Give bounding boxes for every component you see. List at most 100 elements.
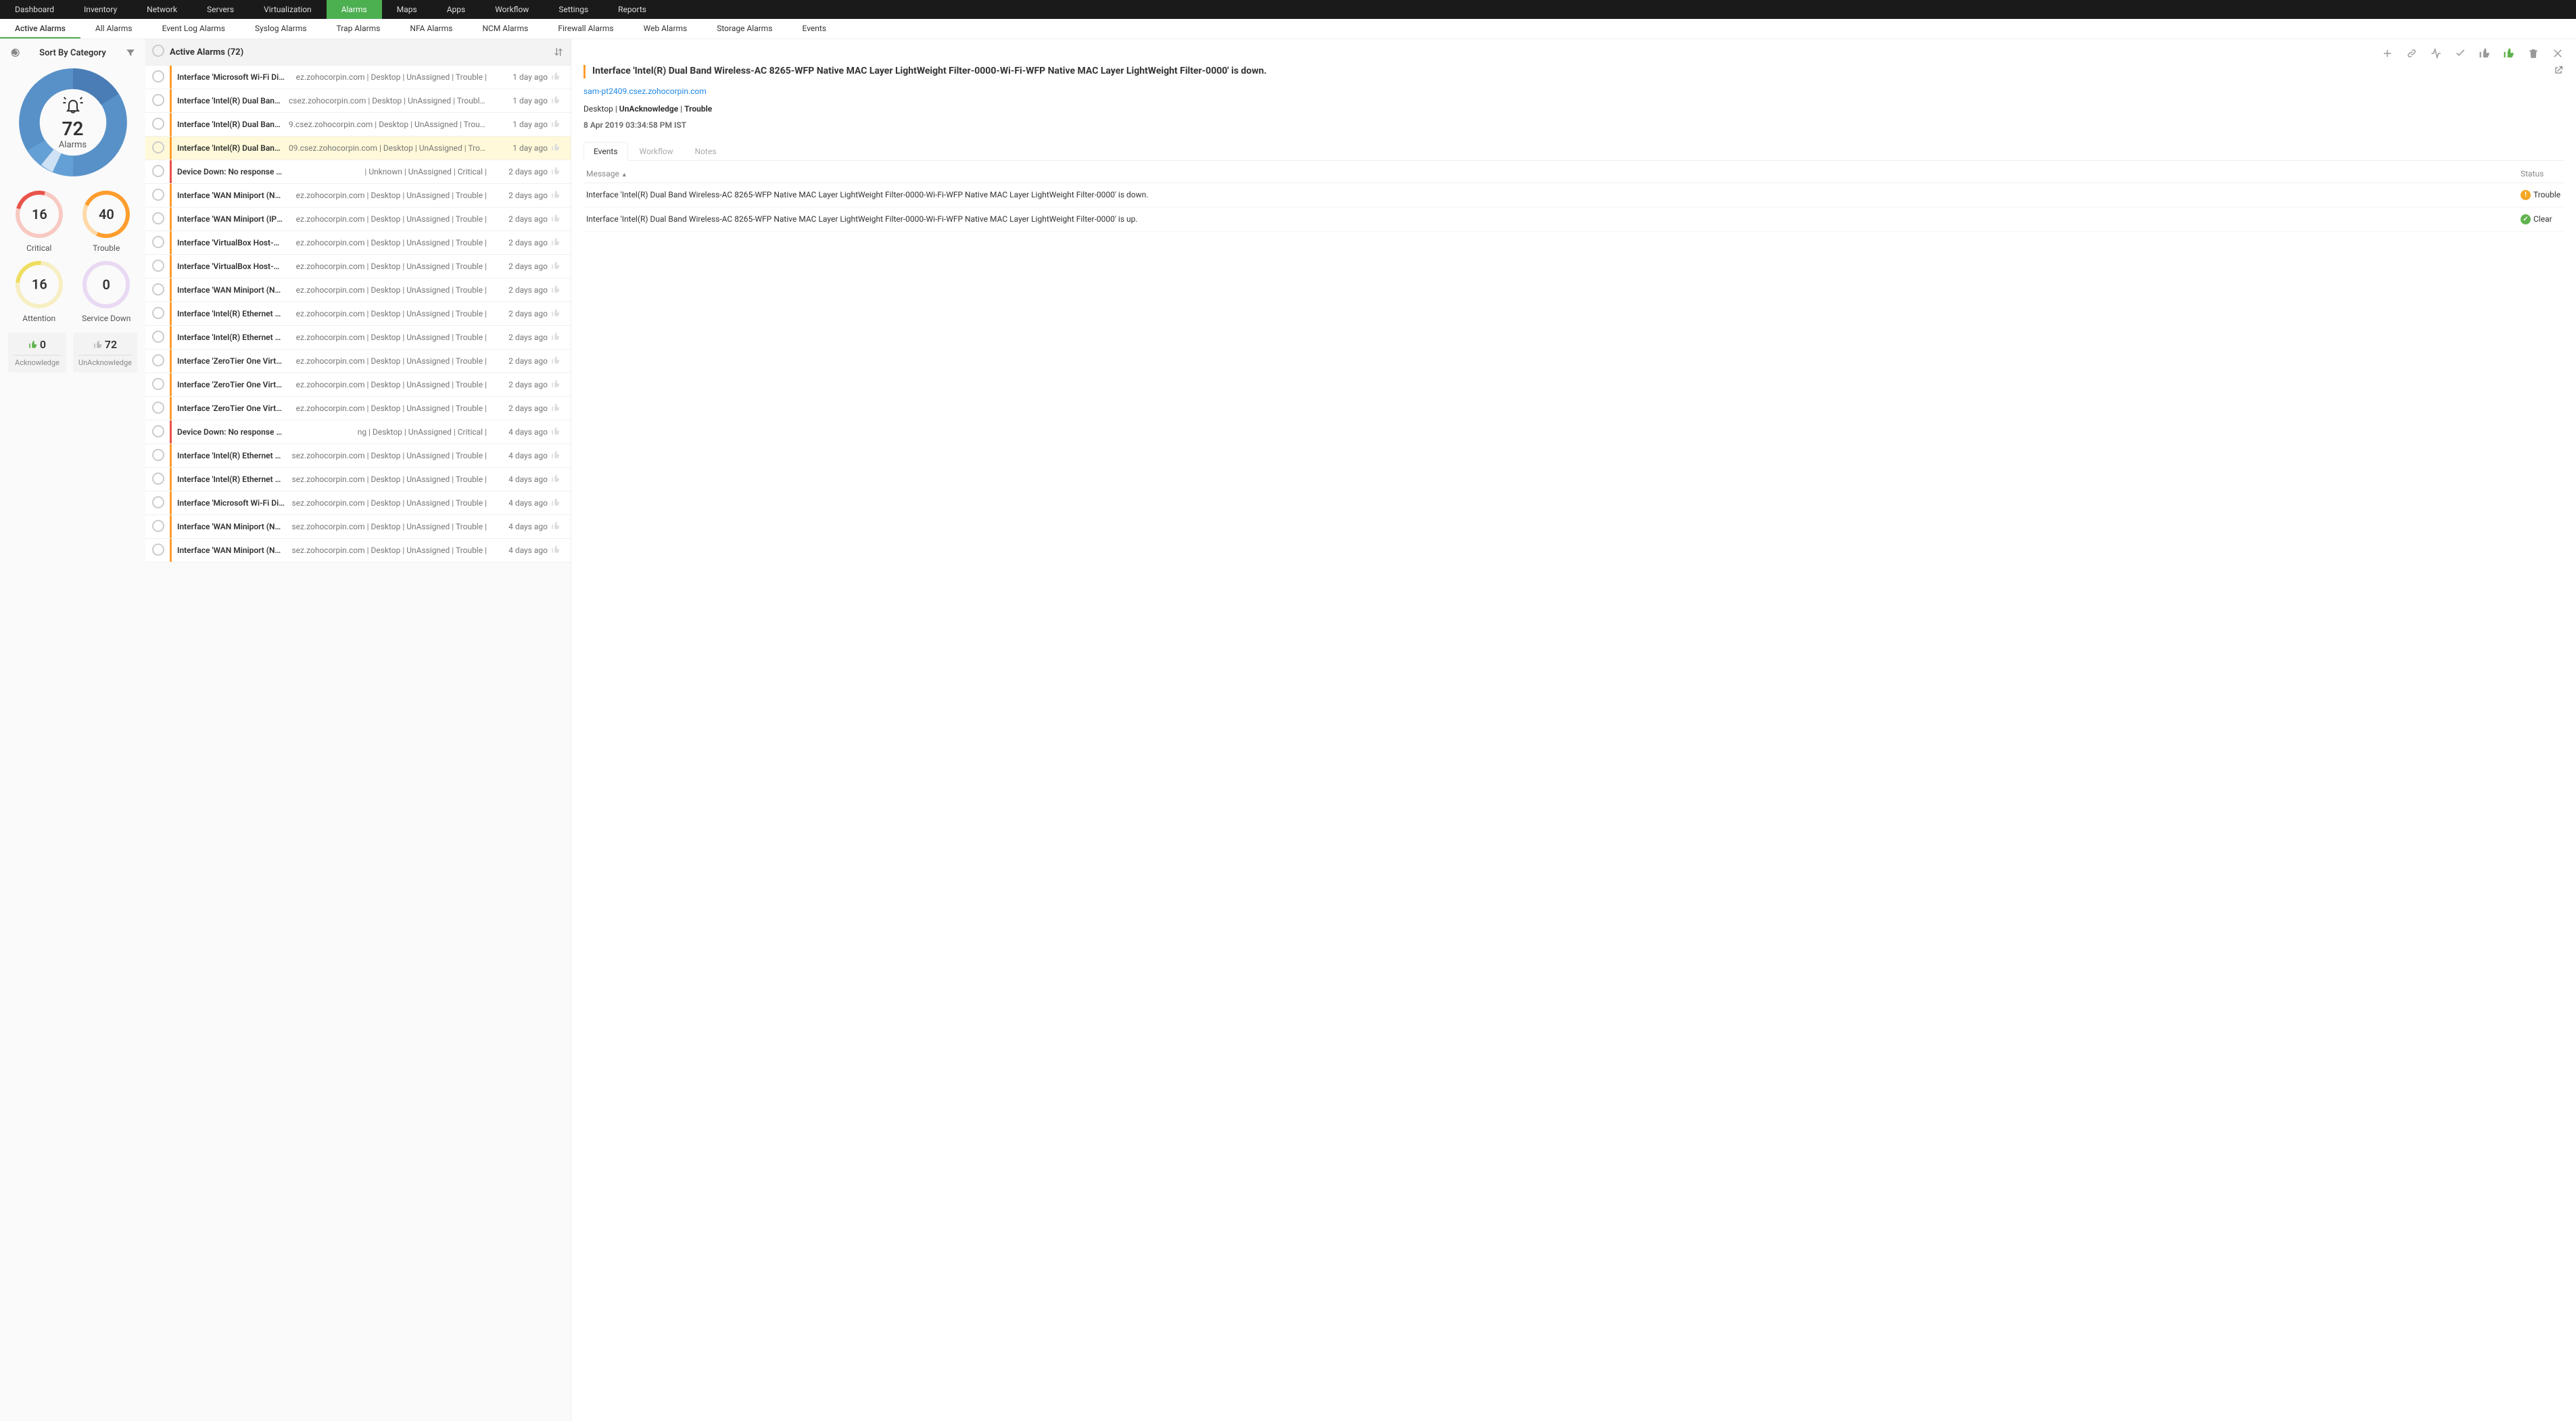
thumbs-up-icon[interactable] [551,308,560,318]
topnav-reports[interactable]: Reports [603,0,661,19]
subnav-item[interactable]: Events [788,19,842,39]
col-message[interactable]: Message ▲ [586,169,2521,178]
alarm-row[interactable]: Interface 'Intel(R) Ethernet Co...sez.zo… [145,468,571,491]
topnav-workflow[interactable]: Workflow [480,0,544,19]
alarm-row[interactable]: Interface 'Intel(R) Ethernet Co...ez.zoh… [145,326,571,350]
alarm-row[interactable]: Interface 'WAN Miniport (Net...sez.zohoc… [145,539,571,562]
row-checkbox[interactable] [152,189,164,201]
add-icon[interactable] [2381,47,2393,59]
history-icon[interactable] [9,47,20,58]
alarm-row[interactable]: Interface 'Intel(R) Dual Band ...09.csez… [145,137,571,160]
alarm-row[interactable]: Interface 'WAN Miniport (Net...sez.zohoc… [145,515,571,539]
subnav-item[interactable]: Trap Alarms [322,19,396,39]
alarms-donut-chart[interactable]: 72 Alarms [16,65,130,180]
alarm-row[interactable]: Interface 'Intel(R) Ethernet Co...sez.zo… [145,444,571,468]
thumbs-up-green-icon[interactable] [2503,47,2515,59]
row-checkbox[interactable] [152,402,164,414]
topnav-apps[interactable]: Apps [432,0,481,19]
alarm-row[interactable]: Interface 'Intel(R) Dual Band ...9.csez.… [145,113,571,137]
subnav-item[interactable]: Firewall Alarms [543,19,628,39]
subnav-item[interactable]: All Alarms [80,19,147,39]
gauge-attention[interactable]: 16Attention [9,261,69,323]
thumbs-up-icon[interactable] [551,427,560,436]
source-link[interactable]: sam-pt2409.csez.zohocorpin.com [583,87,2564,96]
check-icon[interactable] [2454,47,2466,59]
alarm-row[interactable]: Interface 'Intel(R) Dual Band ...csez.zo… [145,89,571,113]
topnav-virtualization[interactable]: Virtualization [249,0,327,19]
row-checkbox[interactable] [152,378,164,390]
topnav-maps[interactable]: Maps [382,0,432,19]
row-checkbox[interactable] [152,165,164,177]
thumbs-up-icon[interactable] [551,237,560,247]
thumbs-up-icon[interactable] [551,166,560,176]
topnav-dashboard[interactable]: Dashboard [0,0,69,19]
link-icon[interactable] [2406,47,2418,59]
thumbs-up-icon[interactable] [551,474,560,483]
thumbs-up-icon[interactable] [551,261,560,270]
popout-icon[interactable] [2553,65,2564,76]
alarm-row[interactable]: Interface 'Microsoft Wi-Fi Dire...sez.zo… [145,491,571,515]
row-checkbox[interactable] [152,141,164,153]
row-checkbox[interactable] [152,496,164,508]
unacknowledge-card[interactable]: 72 UnAcknowledge [73,333,137,372]
subnav-item[interactable]: Web Alarms [629,19,702,39]
thumbs-up-icon[interactable] [551,498,560,507]
tab-notes[interactable]: Notes [685,142,727,160]
thumbs-up-icon[interactable] [551,143,560,152]
thumbs-up-icon[interactable] [551,214,560,223]
subnav-item[interactable]: Active Alarms [0,19,80,39]
thumbs-up-icon[interactable] [551,190,560,199]
thumbs-up-icon[interactable] [551,521,560,531]
thumbs-up-icon[interactable] [551,545,560,554]
row-checkbox[interactable] [152,354,164,366]
topnav-alarms[interactable]: Alarms [327,0,382,19]
acknowledge-card[interactable]: 0 Acknowledge [8,333,66,372]
event-row[interactable]: Interface 'Intel(R) Dual Band Wireless-A… [583,183,2564,208]
row-checkbox[interactable] [152,283,164,295]
select-all-checkbox[interactable] [152,45,164,57]
row-checkbox[interactable] [152,212,164,224]
row-checkbox[interactable] [152,544,164,556]
row-checkbox[interactable] [152,118,164,130]
col-status[interactable]: Status [2521,169,2561,178]
alarm-row[interactable]: Interface 'VirtualBox Host-Onl...ez.zoho… [145,255,571,279]
trash-icon[interactable] [2527,47,2539,59]
thumbs-up-icon[interactable] [551,450,560,460]
thumbs-up-icon[interactable] [551,72,560,81]
topnav-network[interactable]: Network [132,0,192,19]
alarm-row[interactable]: Interface 'WAN Miniport (IPv6...ez.zohoc… [145,208,571,231]
gauge-trouble[interactable]: 40Trouble [77,191,137,253]
sort-icon[interactable] [553,47,564,57]
alarm-row[interactable]: Interface 'ZeroTier One Virtua...ez.zoho… [145,373,571,397]
subnav-item[interactable]: Event Log Alarms [147,19,240,39]
alarm-row[interactable]: Interface 'VirtualBox Host-Onl...ez.zoho… [145,231,571,255]
thumbs-up-icon[interactable] [551,403,560,412]
row-checkbox[interactable] [152,473,164,485]
subnav-item[interactable]: Storage Alarms [702,19,787,39]
thumbs-up-icon[interactable] [551,119,560,128]
close-icon[interactable] [2552,47,2564,59]
thumbs-up-icon[interactable] [551,285,560,294]
row-checkbox[interactable] [152,449,164,461]
row-checkbox[interactable] [152,260,164,272]
gauge-service-down[interactable]: 0Service Down [77,261,137,323]
thumbs-up-icon[interactable] [551,95,560,105]
alarm-row[interactable]: Interface 'Microsoft Wi-Fi Dire...ez.zoh… [145,66,571,89]
subnav-item[interactable]: Syslog Alarms [240,19,322,39]
thumbs-up-icon[interactable] [551,356,560,365]
thumbs-up-icon[interactable] [551,332,560,341]
alarm-row[interactable]: Device Down: No response fro...ng | Desk… [145,420,571,444]
topnav-servers[interactable]: Servers [192,0,249,19]
thumbs-up-icon[interactable] [551,379,560,389]
alarm-row[interactable]: Interface 'ZeroTier One Virtua...ez.zoho… [145,397,571,420]
subnav-item[interactable]: NFA Alarms [395,19,467,39]
gauge-critical[interactable]: 16Critical [9,191,69,253]
subnav-item[interactable]: NCM Alarms [467,19,543,39]
alarm-row[interactable]: Interface 'ZeroTier One Virtua...ez.zoho… [145,350,571,373]
filter-icon[interactable] [125,47,136,58]
topnav-inventory[interactable]: Inventory [69,0,132,19]
row-checkbox[interactable] [152,520,164,532]
row-checkbox[interactable] [152,94,164,106]
alarm-row[interactable]: Interface 'WAN Miniport (Net...ez.zohoco… [145,184,571,208]
alarm-row[interactable]: Interface 'WAN Miniport (Net...ez.zohoco… [145,279,571,302]
